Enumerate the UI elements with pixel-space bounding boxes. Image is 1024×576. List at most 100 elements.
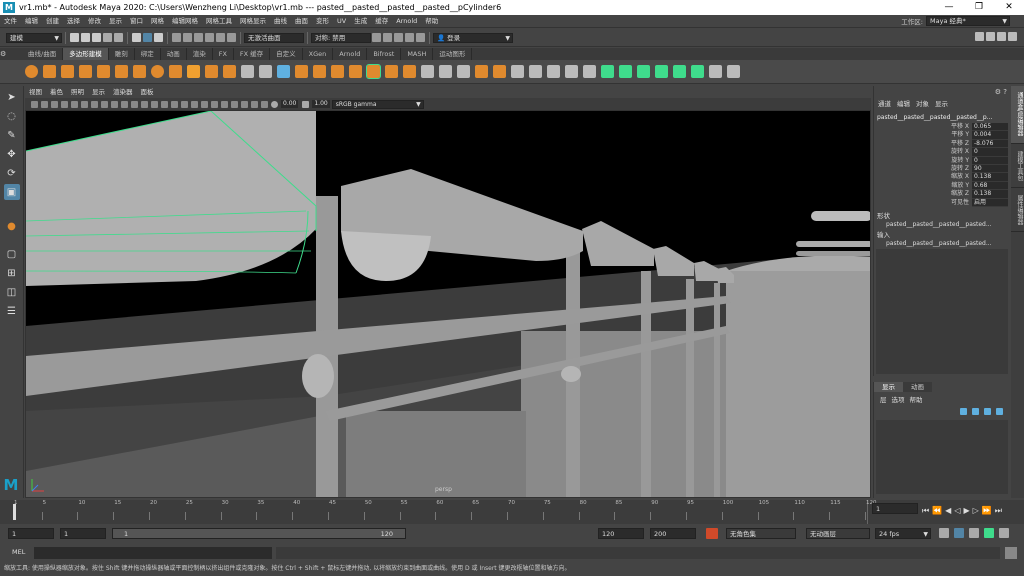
separate-icon[interactable]	[258, 65, 272, 78]
command-language-label[interactable]: MEL	[12, 548, 25, 556]
layer-menu-layers[interactable]: 层	[880, 394, 887, 404]
script-editor-icon[interactable]	[1005, 547, 1017, 559]
layer-tab-animation[interactable]: 动画	[903, 382, 932, 392]
poly-plane-icon[interactable]	[114, 65, 128, 78]
viewport-menu-lighting[interactable]: 照明	[67, 86, 88, 98]
command-input[interactable]	[34, 547, 272, 559]
resolution-gate-icon[interactable]	[90, 100, 98, 108]
menu-edit-mesh[interactable]: 编辑网格	[168, 15, 202, 28]
attr-value[interactable]: 0	[972, 148, 1008, 157]
attr-row-translate-z[interactable]: 平移 Z -8.076	[874, 139, 1010, 149]
cache-playback-icon[interactable]	[984, 528, 994, 538]
live-surface-field[interactable]: 无激活曲面	[244, 32, 304, 43]
ipr-render-icon[interactable]	[383, 33, 392, 42]
menu-mesh-display[interactable]: 网格显示	[236, 15, 270, 28]
end-time-field[interactable]: 200	[650, 528, 696, 539]
new-layer-selected-icon[interactable]	[996, 408, 1003, 415]
exposure-field[interactable]: 0.00	[281, 100, 299, 108]
menu-window[interactable]: 窗口	[126, 15, 147, 28]
shelf-tab-sculpting[interactable]: 雕刻	[109, 48, 135, 60]
select-component-icon[interactable]	[154, 33, 163, 42]
center-pivot-icon[interactable]	[546, 65, 560, 78]
scale-tool-icon[interactable]: ▣	[3, 184, 20, 200]
menu-select[interactable]: 选择	[63, 15, 84, 28]
attr-value[interactable]: 0.004	[972, 131, 1008, 140]
step-forward-key-icon[interactable]: ⏩	[982, 506, 992, 516]
tool-settings-toggle-icon[interactable]	[997, 32, 1006, 41]
quadrangulate-icon[interactable]	[528, 65, 542, 78]
poly-cube-icon[interactable]	[42, 65, 56, 78]
field-chart-icon[interactable]	[110, 100, 118, 108]
start-time-field[interactable]: 1	[8, 528, 54, 539]
range-bar[interactable]: 1 120	[112, 528, 406, 539]
bevel-icon[interactable]	[402, 65, 416, 78]
attr-row-translate-y[interactable]: 平移 Y 0.004	[874, 131, 1010, 140]
shadows-icon[interactable]	[190, 100, 198, 108]
shelf-tab-fx[interactable]: FX	[213, 48, 234, 60]
planar-map-icon[interactable]	[618, 65, 632, 78]
sidetab-channel-box[interactable]: 通道盒/层编辑器	[1011, 86, 1024, 144]
attr-row-translate-x[interactable]: 平移 X 0.065	[874, 123, 1010, 132]
layer-list[interactable]	[876, 420, 1008, 494]
poly-type-icon[interactable]	[204, 65, 218, 78]
attr-row-rotate-z[interactable]: 旋转 Z 90	[874, 164, 1010, 174]
snap-curve-icon[interactable]	[183, 33, 192, 42]
anti-aliasing-icon[interactable]	[220, 100, 228, 108]
fill-hole-icon[interactable]	[474, 65, 488, 78]
attr-value[interactable]: 0.065	[972, 123, 1008, 132]
lasso-tool-icon[interactable]: ◌	[4, 108, 20, 124]
hypershade-icon[interactable]	[405, 33, 414, 42]
snap-view-icon[interactable]	[205, 33, 214, 42]
viewport-menu-shading[interactable]: 着色	[46, 86, 67, 98]
move-layer-up-icon[interactable]	[960, 408, 967, 415]
step-back-key-icon[interactable]: ⏪	[932, 506, 942, 516]
wireframe-icon[interactable]	[140, 100, 148, 108]
extrude-icon[interactable]	[365, 64, 381, 79]
target-weld-icon[interactable]	[456, 65, 470, 78]
xray-icon[interactable]	[240, 100, 248, 108]
textured-icon[interactable]	[170, 100, 178, 108]
shelf-tab-mash[interactable]: MASH	[401, 48, 434, 60]
playback-start-field[interactable]: 1	[60, 528, 106, 539]
channel-box-toggle-icon[interactable]	[1008, 32, 1017, 41]
snap-edge-icon[interactable]	[227, 33, 236, 42]
workspace-dropdown[interactable]: Maya 经典* ▼	[926, 16, 1010, 26]
select-hierarchy-icon[interactable]	[132, 33, 141, 42]
cut-uv-icon[interactable]	[690, 65, 704, 78]
playback-options-icon[interactable]	[954, 528, 964, 538]
undo-icon[interactable]	[103, 33, 112, 42]
menu-file[interactable]: 文件	[0, 15, 21, 28]
poly-torus-icon[interactable]	[96, 65, 110, 78]
cb-menu-object[interactable]: 对象	[916, 98, 929, 108]
safe-action-icon[interactable]	[120, 100, 128, 108]
menu-modify[interactable]: 修改	[84, 15, 105, 28]
shelf-tab-rigging[interactable]: 绑定	[135, 48, 161, 60]
step-forward-frame-icon[interactable]: ▷	[973, 506, 979, 516]
boolean-difference-icon[interactable]	[312, 65, 326, 78]
layer-tab-display[interactable]: 显示	[874, 382, 903, 392]
render-icon[interactable]	[372, 33, 381, 42]
color-space-dropdown[interactable]: sRGB gamma ▼	[331, 99, 424, 109]
bookmark-icon[interactable]	[50, 100, 58, 108]
boolean-intersection-icon[interactable]	[330, 65, 344, 78]
anim-preferences-icon[interactable]	[999, 528, 1009, 538]
time-slider-ticks[interactable]: 1 5 10 15 20 25 30 35 40 45 50 55 60 65 70 75 80 85 90 95 10…	[12, 500, 877, 524]
tool-settings-icon[interactable]: ⚙	[995, 88, 1001, 96]
current-frame-field[interactable]: 1	[872, 503, 918, 514]
select-object-icon[interactable]	[143, 33, 152, 42]
move-tool-icon[interactable]: ✥	[4, 146, 20, 162]
go-to-end-icon[interactable]: ⏭	[995, 506, 1002, 516]
snap-point-icon[interactable]	[194, 33, 203, 42]
attr-value[interactable]: 0.138	[972, 190, 1008, 199]
menu-display[interactable]: 显示	[105, 15, 126, 28]
append-polygon-icon[interactable]	[492, 65, 506, 78]
attr-row-scale-y[interactable]: 缩放 Y 0.68	[874, 181, 1010, 191]
platonic-solid-icon[interactable]	[150, 65, 164, 78]
play-forward-icon[interactable]: ▶	[963, 506, 969, 516]
camera-select-icon[interactable]	[30, 100, 38, 108]
backface-culling-icon[interactable]	[260, 100, 268, 108]
xray-joints-icon[interactable]	[250, 100, 258, 108]
symmetry-dropdown[interactable]: 对称: 禁用	[311, 32, 371, 43]
lights-icon[interactable]	[180, 100, 188, 108]
shelf-tab-bifrost[interactable]: Bifrost	[367, 48, 402, 60]
